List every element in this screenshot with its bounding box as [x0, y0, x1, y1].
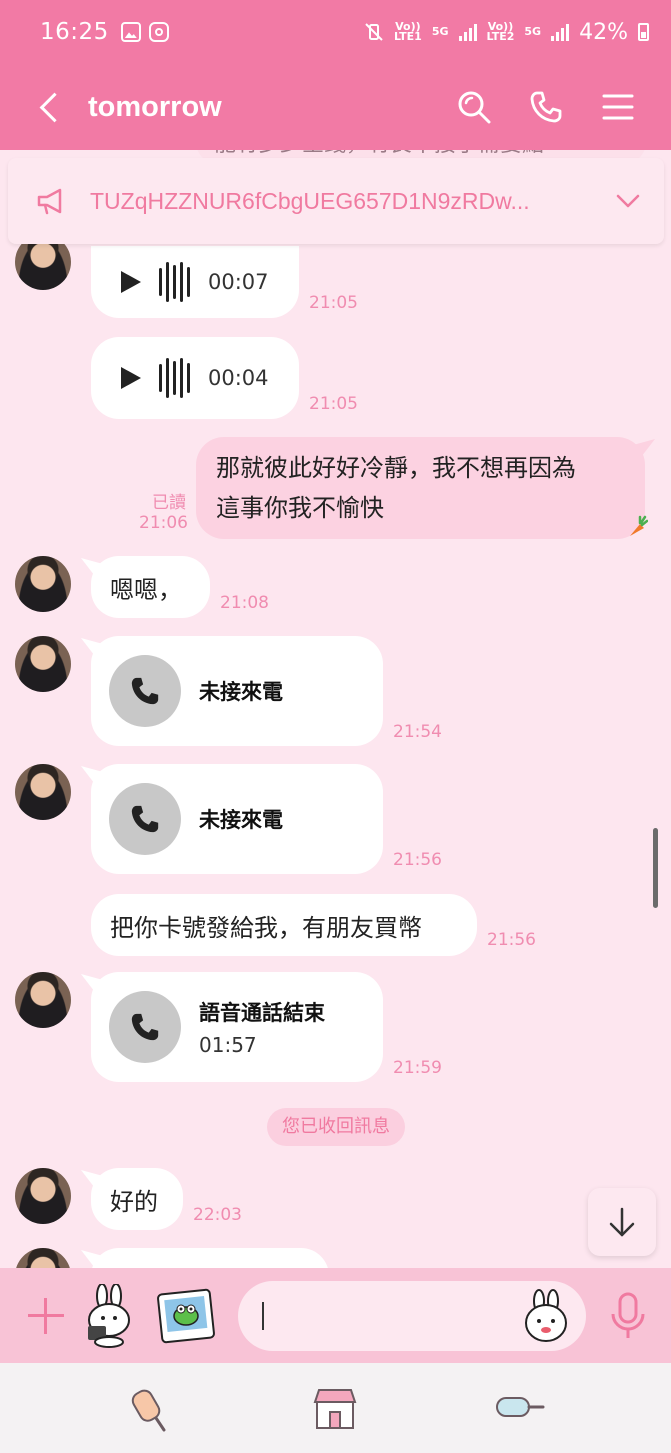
- phone-icon[interactable]: [529, 90, 563, 124]
- avatar[interactable]: [15, 636, 71, 692]
- voice-duration: 00:07: [208, 270, 269, 294]
- microphone-icon[interactable]: [608, 1291, 648, 1341]
- signal-icon-1: [458, 23, 477, 41]
- battery-percent: 42%: [579, 19, 628, 45]
- call-title: 未接來電: [199, 808, 283, 832]
- arrow-down-icon: [609, 1207, 635, 1237]
- avatar[interactable]: [15, 1168, 71, 1224]
- sim2-5g: 5G: [524, 25, 542, 38]
- incoming-message[interactable]: 把你卡號發給我，有朋友買幣: [91, 894, 477, 956]
- message-text-line: 這事你我不愉快: [216, 494, 384, 522]
- avatar[interactable]: [15, 1248, 71, 1268]
- message-text-line: 那就彼此好好冷靜，我不想再因為: [216, 454, 576, 482]
- carrot-icon: [630, 515, 648, 536]
- call-title: 語音通話結束: [199, 1001, 325, 1025]
- system-message: 您已收回訊息: [267, 1108, 405, 1146]
- missed-call-message[interactable]: 未接來電: [91, 636, 383, 746]
- ice-cream-bar-icon[interactable]: [493, 1382, 545, 1434]
- play-icon[interactable]: [121, 271, 141, 293]
- mute-vibrate-icon: [365, 23, 383, 41]
- text-cursor: [262, 1301, 264, 1330]
- read-receipt: 已讀: [152, 493, 186, 513]
- message-time: 21:56: [393, 850, 442, 870]
- waveform-icon: [159, 358, 190, 398]
- phone-icon: [131, 805, 159, 833]
- phone-icon: [131, 1013, 159, 1041]
- phone-icon-circle: [109, 991, 181, 1063]
- message-time: 21:05: [309, 293, 358, 313]
- phone-icon-circle: [109, 655, 181, 727]
- chevron-down-icon[interactable]: [614, 187, 642, 215]
- incoming-message-partial[interactable]: [91, 1248, 329, 1268]
- call-duration: 01:57: [199, 1033, 257, 1057]
- message-input[interactable]: [238, 1280, 586, 1351]
- incoming-message[interactable]: 嗯嗯，: [91, 556, 210, 618]
- sim1-network: Vo)) LTE1: [393, 20, 422, 43]
- frog-photo-sticker-icon[interactable]: [154, 1284, 218, 1348]
- voice-message[interactable]: 00:04: [91, 337, 299, 419]
- chat-area[interactable]: 能有多少金錢，有良單接了需要點 TUZqHZZNUR6fCbgUEG657D1N…: [0, 150, 671, 1268]
- bottom-nav: [0, 1363, 671, 1453]
- menu-icon[interactable]: [601, 90, 635, 124]
- scrollbar[interactable]: [653, 828, 658, 908]
- status-bar: 16:25 Vo)) LTE1 5G Vo)) LTE2 5G 42%: [0, 0, 671, 64]
- chat-header: tomorrow: [0, 64, 671, 150]
- instagram-notification-icon: [148, 22, 169, 42]
- announcement-banner[interactable]: TUZqHZZNUR6fCbgUEG657D1N9zRDw...: [8, 158, 664, 244]
- message-time: 21:08: [220, 593, 269, 613]
- chat-title: tomorrow: [88, 90, 222, 123]
- message-time: 21:56: [487, 930, 536, 950]
- play-icon[interactable]: [121, 367, 141, 389]
- back-icon[interactable]: [36, 87, 66, 127]
- message-text: 好的: [110, 1187, 158, 1216]
- message-time: 21:54: [393, 722, 442, 742]
- voice-duration: 00:04: [208, 366, 269, 390]
- message-time: 21:06: [139, 513, 188, 533]
- plus-icon[interactable]: [26, 1296, 66, 1336]
- phone-icon: [131, 677, 159, 705]
- bunny-sticker-icon[interactable]: [78, 1283, 142, 1348]
- announcement-text: TUZqHZZNUR6fCbgUEG657D1N9zRDw...: [90, 187, 530, 214]
- message-time: 22:03: [193, 1205, 242, 1225]
- sim1-5g: 5G: [431, 25, 449, 38]
- popsicle-icon[interactable]: [126, 1382, 178, 1434]
- phone-icon-circle: [109, 783, 181, 855]
- status-time: 16:25: [40, 19, 109, 45]
- outgoing-message[interactable]: 那就彼此好好冷靜，我不想再因為 這事你我不愉快: [196, 437, 645, 539]
- call-ended-message[interactable]: 語音通話結束 01:57: [91, 972, 383, 1082]
- shop-icon[interactable]: [309, 1382, 361, 1434]
- call-title: 未接來電: [199, 680, 283, 704]
- message-input-bar: [0, 1268, 671, 1363]
- gallery-notification-icon: [120, 22, 141, 42]
- emoji-icon[interactable]: [518, 1288, 574, 1345]
- sim2-network: Vo)) LTE2: [486, 20, 515, 43]
- missed-call-message[interactable]: 未接來電: [91, 764, 383, 874]
- signal-icon-2: [551, 23, 570, 41]
- message-time: 21:59: [393, 1058, 442, 1078]
- avatar[interactable]: [15, 556, 71, 612]
- search-icon[interactable]: [457, 90, 491, 124]
- message-time: 21:05: [309, 394, 358, 414]
- incoming-message[interactable]: 好的: [91, 1168, 183, 1230]
- avatar[interactable]: [15, 764, 71, 820]
- waveform-icon: [159, 262, 190, 302]
- scroll-to-bottom-button[interactable]: [588, 1188, 656, 1256]
- megaphone-icon: [37, 188, 62, 215]
- avatar[interactable]: [15, 972, 71, 1028]
- voice-message[interactable]: 00:07: [91, 246, 299, 318]
- message-text: 嗯嗯，: [110, 575, 182, 604]
- battery-icon: [638, 23, 649, 41]
- message-text: 把你卡號發給我，有朋友買幣: [110, 913, 422, 942]
